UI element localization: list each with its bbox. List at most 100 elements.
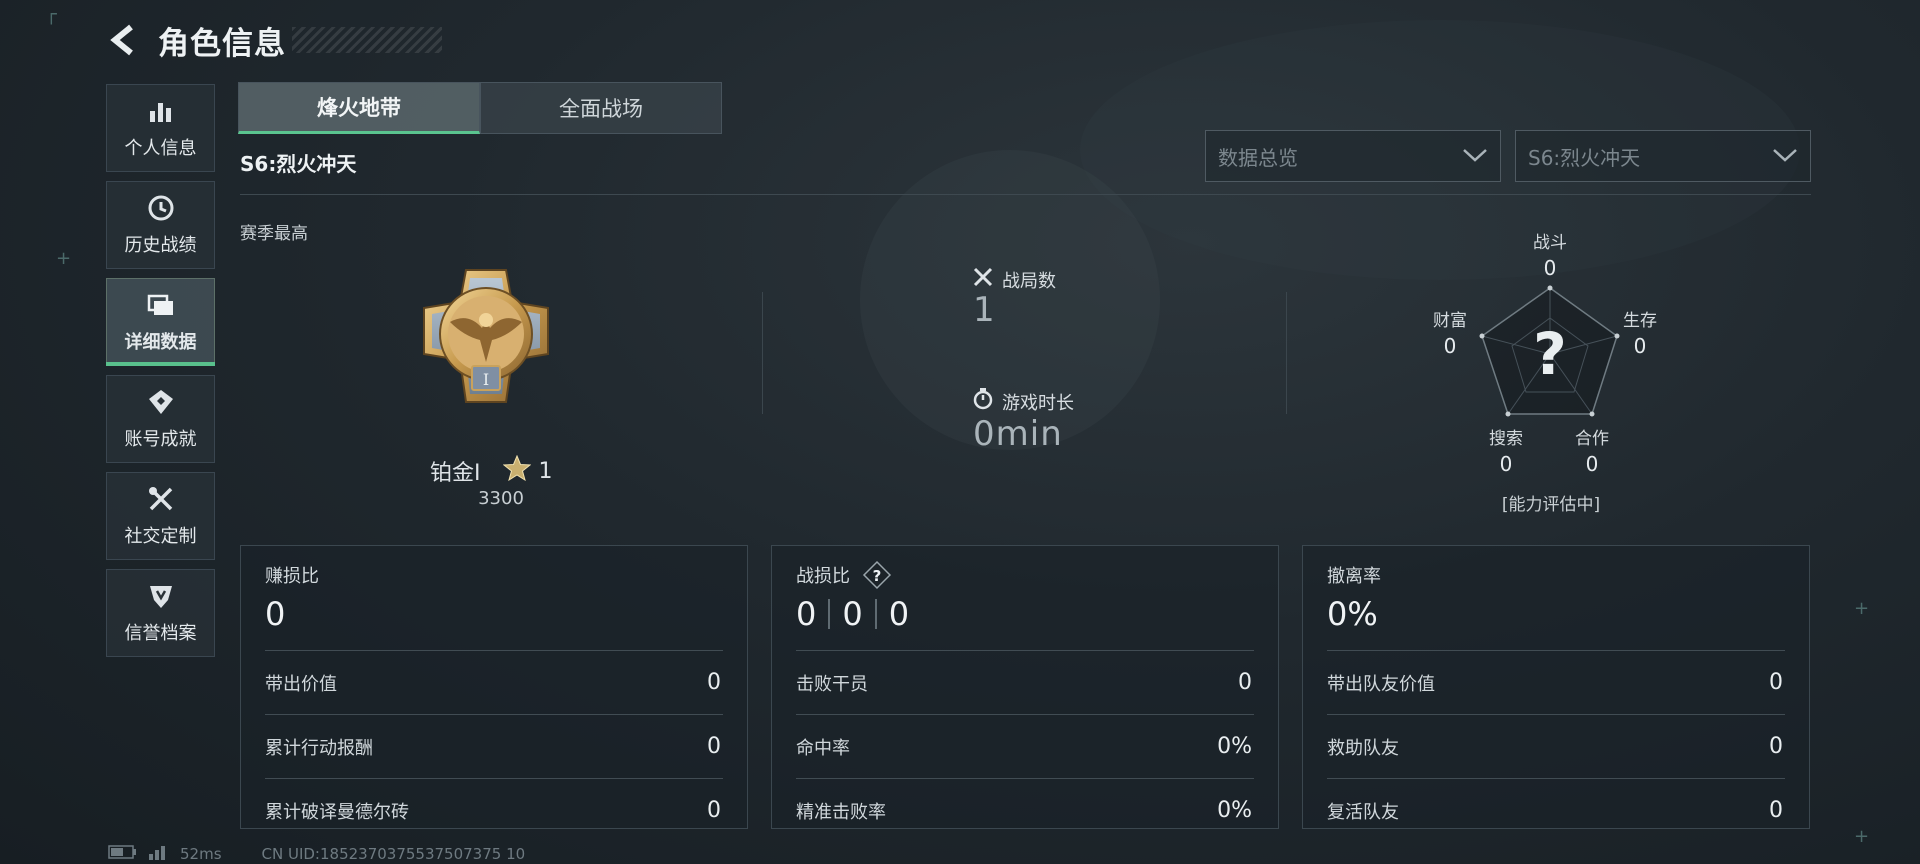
overview-dropdown[interactable]: 数据总览	[1205, 130, 1501, 182]
season-best-label: 赛季最高	[240, 224, 308, 244]
mode-tabs: 烽火地带 全面战场	[238, 82, 722, 134]
radar-value-cooperation: 0	[1585, 452, 1599, 476]
tab-hazard-zone[interactable]: 烽火地带	[238, 82, 480, 134]
overview-dropdown-value: 数据总览	[1218, 145, 1298, 170]
help-question-icon[interactable]: ?	[862, 560, 892, 590]
page-header: 角色信息	[104, 18, 442, 62]
radar-value-wealth: 0	[1443, 334, 1457, 358]
stat-row: 累计破译曼德尔砖 0	[265, 778, 723, 842]
kill-death-panel: 战损比 ? 0 0 0 击败干员 0 命中率 0% 精准击败率 0%	[771, 545, 1279, 829]
stat-label: 累计破译曼德尔砖	[265, 801, 409, 823]
sidebar-item-reputation[interactable]: 信誉档案	[106, 569, 215, 657]
stat-value: 0	[1769, 798, 1783, 823]
profit-loss-value: 0	[265, 595, 286, 633]
svg-text:?: ?	[873, 567, 882, 585]
matches-value: 1	[973, 290, 996, 330]
signal-icon	[148, 844, 170, 864]
playtime-stat-label: 游戏时长	[972, 388, 1074, 415]
back-arrow-icon[interactable]	[104, 22, 140, 58]
sidebar-item-social[interactable]: 社交定制	[106, 472, 215, 560]
stat-row: 带出队友价值 0	[1327, 650, 1785, 714]
panel-title: 赚损比	[265, 566, 319, 587]
stopwatch-icon	[972, 388, 994, 415]
ability-radar: ? 战斗 0 生存 0 合作 0 搜索 0 财富 0	[1420, 224, 1720, 514]
sidebar-item-achievements[interactable]: 账号成就	[106, 375, 215, 463]
stat-label: 命中率	[796, 737, 850, 759]
sidebar-item-label: 个人信息	[124, 138, 197, 159]
panel-header: 战损比 ?	[796, 560, 1254, 590]
ping-value: 52ms	[180, 845, 222, 863]
kd-separator	[828, 599, 831, 629]
rank-medal-icon: I	[416, 262, 556, 422]
panel-title: 战损比	[796, 566, 850, 587]
tab-full-battlefield[interactable]: 全面战场	[480, 82, 722, 134]
sidebar-item-history[interactable]: 历史战绩	[106, 181, 215, 269]
kd-value: 0	[842, 595, 863, 633]
plus-marker-icon: +	[1854, 826, 1870, 847]
bar-chart-icon	[146, 96, 176, 126]
plus-marker-icon: +	[56, 248, 72, 269]
stat-row: 命中率 0%	[796, 714, 1254, 778]
sidebar: 个人信息 历史战绩 详细数据 账号成就 社交定制 信誉档案	[106, 84, 215, 666]
rank-info: 铂金I 1	[430, 454, 553, 487]
header-divider	[240, 194, 1811, 195]
folder-icon	[146, 290, 176, 320]
panel-title: 撤离率	[1327, 566, 1381, 587]
stat-row: 精准击败率 0%	[796, 778, 1254, 842]
radar-label-search: 搜索	[1489, 429, 1523, 449]
stat-label: 带出价值	[265, 673, 337, 695]
stat-row: 击败干员 0	[796, 650, 1254, 714]
season-dropdown[interactable]: S6:烈火冲天	[1515, 130, 1811, 182]
section-separator	[762, 292, 763, 414]
status-footer: 52ms CN UID:1852370375537507375 10	[108, 844, 525, 864]
stat-label: 复活队友	[1327, 801, 1399, 823]
stat-value: 0	[1238, 670, 1252, 695]
chevron-down-icon	[1462, 144, 1488, 168]
radar-label-cooperation: 合作	[1575, 429, 1609, 449]
radar-center-mark: ?	[1533, 320, 1567, 388]
stat-label: 累计行动报酬	[265, 737, 373, 759]
matches-stat-label: 战局数	[972, 266, 1056, 293]
chevron-down-icon	[1772, 144, 1798, 168]
sidebar-item-detailed-data[interactable]: 详细数据	[106, 278, 215, 366]
sidebar-item-label: 历史战绩	[124, 235, 197, 256]
star-icon	[502, 454, 531, 487]
stat-label: 带出队友价值	[1327, 673, 1435, 695]
kd-separator	[874, 599, 877, 629]
radar-label-wealth: 财富	[1433, 311, 1467, 331]
page-title: 角色信息	[158, 25, 286, 62]
sidebar-item-label: 详细数据	[124, 332, 197, 353]
history-clock-icon	[146, 193, 176, 223]
rank-points: 3300	[478, 488, 524, 509]
svg-text:I: I	[483, 370, 489, 389]
kd-value: 0	[796, 595, 817, 633]
stat-value: 0%	[1217, 734, 1252, 759]
stat-value: 0	[707, 670, 721, 695]
stat-value: 0%	[1217, 798, 1252, 823]
extraction-rate-value: 0%	[1327, 595, 1378, 633]
radar-label-survival: 生存	[1623, 311, 1657, 331]
stat-row: 救助队友 0	[1327, 714, 1785, 778]
achievement-badge-icon	[146, 387, 176, 417]
playtime-value: 0min	[973, 414, 1063, 454]
radar-value-survival: 0	[1633, 334, 1647, 358]
rank-stars: 1	[538, 458, 553, 484]
sidebar-item-label: 社交定制	[124, 526, 197, 547]
stat-label: 救助队友	[1327, 737, 1399, 759]
stat-value: 0	[1769, 670, 1783, 695]
title-decoration	[292, 27, 442, 53]
sidebar-item-label: 账号成就	[124, 429, 197, 450]
sidebar-item-personal-info[interactable]: 个人信息	[106, 84, 215, 172]
extraction-panel: 撤离率 0% 带出队友价值 0 救助队友 0 复活队友 0	[1302, 545, 1810, 829]
stat-value: 0	[1769, 734, 1783, 759]
radar-value-combat: 0	[1543, 256, 1557, 280]
section-separator	[1286, 292, 1287, 414]
stat-row: 带出价值 0	[265, 650, 723, 714]
radar-label-combat: 战斗	[1533, 233, 1567, 253]
player-uid: CN UID:1852370375537507375 10	[261, 845, 526, 863]
stat-value: 0	[707, 734, 721, 759]
season-dropdown-value: S6:烈火冲天	[1528, 145, 1641, 170]
corner-marker-icon: ┌	[46, 4, 57, 25]
shield-icon	[146, 581, 176, 611]
battery-icon	[108, 845, 138, 863]
